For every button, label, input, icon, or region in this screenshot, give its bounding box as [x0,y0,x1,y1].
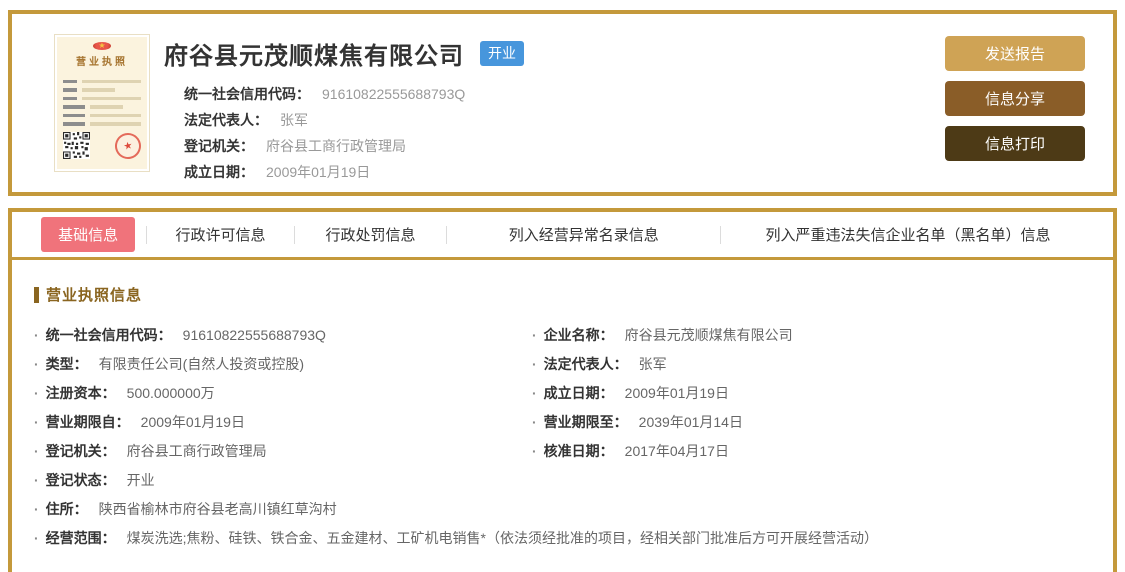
page-title: 府谷县元茂顺煤焦有限公司 [164,43,464,70]
field-address: · 住所： 陕西省榆林市府谷县老高川镇红草沟村 [34,495,1093,524]
section-title: 营业执照信息 [34,284,1093,305]
header-field-credit-code: 统一社会信用代码： 91610822555688793Q [184,81,945,107]
field-approval-date: · 核准日期： 2017年04月17日 [532,437,1093,466]
section-title-bar [34,286,39,303]
bullet-dot: · [34,472,39,488]
field-value: 2009年01月19日 [266,164,371,180]
field-value: 500.000000万 [126,385,215,401]
field-label: 成立日期： [184,164,254,180]
header-field-legal-representative: 法定代表人： 张军 [184,107,945,133]
field-legal-representative: · 法定代表人： 张军 [532,350,1093,379]
field-value: 2009年01月19日 [624,385,729,401]
bullet-dot: · [532,356,537,372]
bullet-dot: · [532,443,537,459]
field-value: 府谷县元茂顺煤焦有限公司 [624,327,793,343]
red-seal-stamp-icon: ★ [112,130,144,162]
field-business-scope: · 经营范围： 煤炭洗选;焦粉、硅铁、铁合金、五金建材、工矿机电销售*（依法须经批准… [34,524,1093,553]
field-company-name: · 企业名称： 府谷县元茂顺煤焦有限公司 [532,321,1093,350]
field-term-start: · 营业期限自： 2009年01月19日 [34,408,532,437]
field-label: 经营范围： [45,530,116,546]
business-license-image: ★ 营业执照 ★ [54,34,150,172]
page: ★ 营业执照 ★ 府谷县元茂顺煤焦有限公司 开业 统一社会信用代码： 91610… [0,0,1125,572]
share-info-button[interactable]: 信息分享 [945,81,1085,116]
qr-code-icon [63,132,90,159]
action-buttons: 发送报告 信息分享 信息打印 [945,36,1085,171]
field-label: 营业期限至： [543,414,628,430]
bullet-dot: · [532,327,537,343]
field-value: 2039年01月14日 [638,414,743,430]
field-credit-code: · 统一社会信用代码： 91610822555688793Q [34,321,532,350]
header-field-registration-authority: 登记机关： 府谷县工商行政管理局 [184,133,945,159]
company-summary: 府谷县元茂顺煤焦有限公司 开业 统一社会信用代码： 916108225556887… [164,34,945,185]
field-label: 统一社会信用代码： [184,86,310,102]
bullet-dot: · [532,385,537,401]
field-label: 住所： [45,501,88,517]
tab-bar: 基础信息 行政许可信息 行政处罚信息 列入经营异常名录信息 列入严重违法失信企业… [12,212,1113,260]
field-value: 张军 [638,356,667,372]
field-label: 营业期限自： [45,414,130,430]
bullet-dot: · [34,414,39,430]
bullet-dot: · [34,356,39,372]
field-term-end: · 营业期限至： 2039年01月14日 [532,408,1093,437]
license-title: 营业执照 [76,57,128,68]
detail-card: 基础信息 行政许可信息 行政处罚信息 列入经营异常名录信息 列入严重违法失信企业… [8,208,1117,572]
field-value: 2017年04月17日 [624,443,729,459]
field-company-type: · 类型： 有限责任公司(自然人投资或控股) [34,350,532,379]
license-info-fields: · 统一社会信用代码： 91610822555688793Q · 企业名称： 府谷县元茂… [34,321,1093,553]
field-value: 91610822555688793Q [322,86,466,102]
bullet-dot: · [34,530,39,546]
tab-serious-violations-blacklist-info[interactable]: 列入严重违法失信企业名单（黑名单）信息 [766,224,1051,245]
field-registration-status: · 登记状态： 开业 [34,466,1093,495]
field-label: 登记状态： [45,472,116,488]
field-value: 91610822555688793Q [182,327,326,343]
field-label: 核准日期： [543,443,614,459]
field-value: 陕西省榆林市府谷县老高川镇红草沟村 [98,501,337,517]
field-label: 企业名称： [543,327,614,343]
bullet-dot: · [34,443,39,459]
field-label: 注册资本： [45,385,116,401]
print-info-button[interactable]: 信息打印 [945,126,1085,161]
tab-administrative-penalty-info[interactable]: 行政处罚信息 [326,224,416,245]
field-value: 煤炭洗选;焦粉、硅铁、铁合金、五金建材、工矿机电销售*（依法须经批准的项目，经相… [126,530,879,546]
field-label: 登记机关： [45,443,116,459]
bullet-dot: · [34,385,39,401]
field-value: 开业 [126,472,155,488]
status-badge: 开业 [480,41,524,66]
bullet-dot: · [34,501,39,517]
field-registered-capital: · 注册资本： 500.000000万 [34,379,532,408]
bullet-dot: · [34,327,39,343]
tab-administrative-license-info[interactable]: 行政许可信息 [175,224,265,245]
field-value: 府谷县工商行政管理局 [126,443,267,459]
field-label: 统一社会信用代码： [45,327,172,343]
field-registration-authority: · 登记机关： 府谷县工商行政管理局 [34,437,532,466]
header-field-establish-date: 成立日期： 2009年01月19日 [184,159,945,185]
section-title-text: 营业执照信息 [46,287,143,304]
field-value: 张军 [280,112,308,128]
field-label: 成立日期： [543,385,614,401]
field-establish-date: · 成立日期： 2009年01月19日 [532,379,1093,408]
field-label: 法定代表人： [184,112,268,128]
tab-basic-info[interactable]: 基础信息 [41,217,136,252]
field-label: 类型： [45,356,88,372]
send-report-button[interactable]: 发送报告 [945,36,1085,71]
company-header-card: ★ 营业执照 ★ 府谷县元茂顺煤焦有限公司 开业 统一社会信用代码： 91610… [8,10,1117,196]
field-label: 登记机关： [184,138,254,154]
field-value: 府谷县工商行政管理局 [266,138,406,154]
tab-abnormal-operations-list-info[interactable]: 列入经营异常名录信息 [509,224,659,245]
basic-info-panel: 营业执照信息 · 统一社会信用代码： 91610822555688793Q · 企业名… [12,260,1113,553]
national-emblem-icon: ★ [93,42,111,50]
bullet-dot: · [532,414,537,430]
field-value: 有限责任公司(自然人投资或控股) [98,356,304,372]
field-value: 2009年01月19日 [140,414,245,430]
field-label: 法定代表人： [543,356,628,372]
